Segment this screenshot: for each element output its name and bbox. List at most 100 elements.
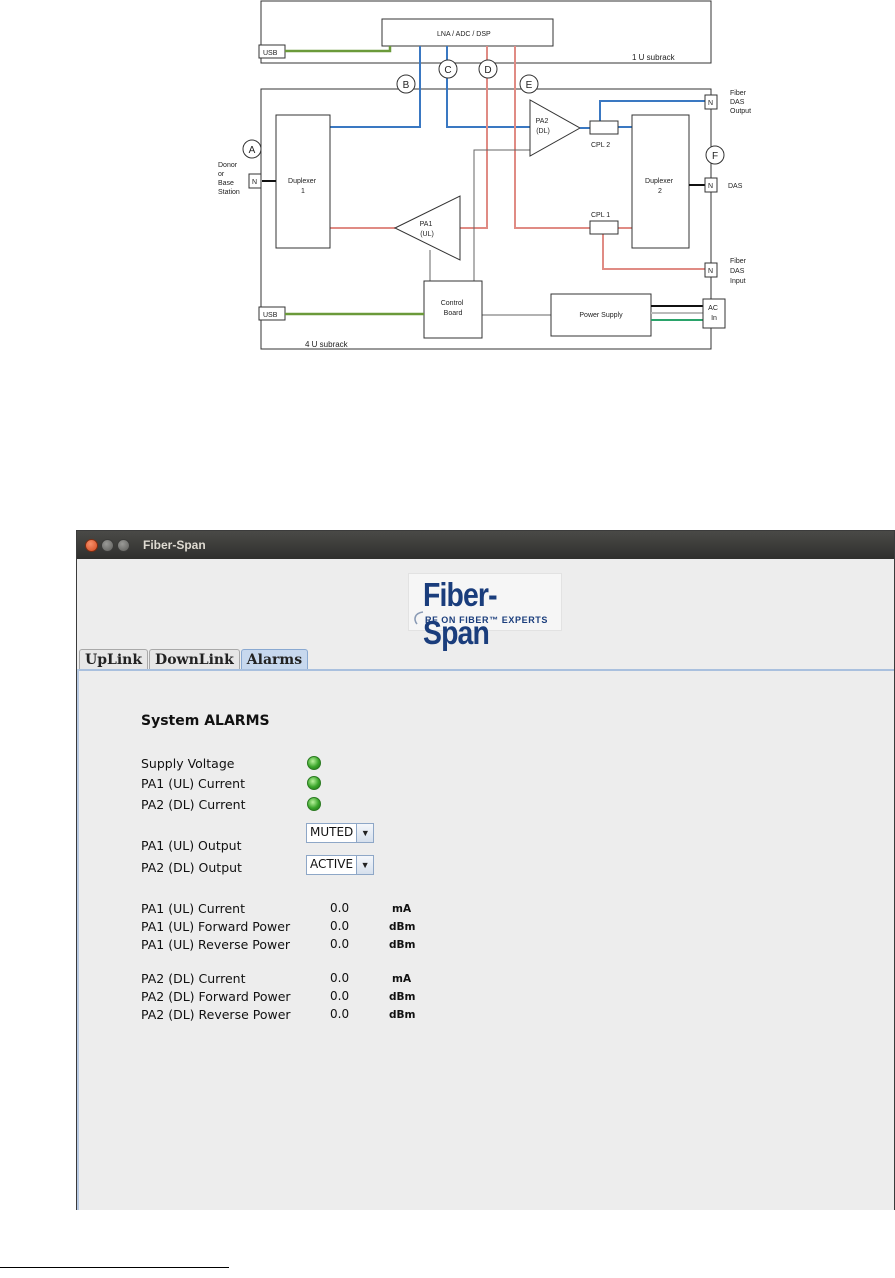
pa1-output-value: MUTED bbox=[307, 824, 358, 842]
marker-d-label: D bbox=[484, 65, 491, 76]
marker-d: D bbox=[478, 59, 498, 79]
pa2-current-led-icon bbox=[307, 797, 321, 811]
pa2-output-select[interactable]: ACTIVE ▼ bbox=[306, 855, 375, 875]
pa1-output-label: PA1 (UL) Output bbox=[141, 838, 242, 853]
duplexer-1-line1: Duplexer bbox=[288, 178, 317, 185]
pa2-line1: PA2 bbox=[536, 118, 549, 125]
marker-e-label: E bbox=[526, 80, 533, 91]
donor-line2: or bbox=[218, 171, 225, 178]
tab-uplink[interactable]: UpLink bbox=[79, 649, 149, 671]
marker-b: B bbox=[396, 74, 416, 94]
fiber-das-output-line3: Output bbox=[730, 108, 751, 115]
panel-left-edge bbox=[77, 669, 79, 1210]
pa1-reverse-power-value: 0.0 bbox=[330, 937, 350, 951]
fiber-in-n-label: N bbox=[708, 268, 713, 275]
subrack-1u-label: 1 U subrack bbox=[632, 53, 676, 62]
pa2-line2: (DL) bbox=[536, 128, 550, 135]
pa1-current-led-icon bbox=[307, 776, 321, 790]
pa1-current-alarm-label: PA1 (UL) Current bbox=[141, 776, 246, 791]
usb-bottom-label: USB bbox=[263, 312, 278, 319]
fiber-out-n-label: N bbox=[708, 100, 713, 107]
pa2-reverse-power-unit: dBm bbox=[389, 1009, 416, 1021]
pa2-reverse-power-label: PA2 (DL) Reverse Power bbox=[141, 1007, 291, 1022]
ac-in-line2: In bbox=[711, 315, 717, 322]
pa1-reverse-power-label: PA1 (UL) Reverse Power bbox=[141, 937, 291, 952]
marker-e: E bbox=[519, 74, 539, 94]
logo-area: Fiber-Span RF ON FIBER™ EXPERTS bbox=[77, 559, 894, 651]
pa2-output-label: PA2 (DL) Output bbox=[141, 860, 242, 875]
supply-voltage-label: Supply Voltage bbox=[141, 756, 235, 771]
fiber-das-input-line2: DAS bbox=[730, 268, 745, 275]
duplexer-1-line2: 1 bbox=[301, 188, 305, 195]
marker-f: F bbox=[705, 145, 725, 165]
pa2-current-unit: mA bbox=[392, 973, 412, 985]
tab-alarms[interactable]: Alarms bbox=[240, 649, 309, 671]
control-board-line2: Board bbox=[444, 310, 463, 317]
alarms-panel: System ALARMS Supply Voltage PA1 (UL) Cu… bbox=[77, 669, 894, 1210]
usb-top-label: USB bbox=[263, 50, 278, 57]
window-title: Fiber-Span bbox=[143, 538, 206, 552]
duplexer-2-line1: Duplexer bbox=[645, 178, 674, 185]
duplexer-2-line2: 2 bbox=[658, 188, 662, 195]
cpl-1 bbox=[589, 220, 619, 235]
pa2-forward-power-value: 0.0 bbox=[330, 989, 350, 1003]
supply-voltage-led-icon bbox=[307, 756, 321, 770]
pa2-reverse-power-value: 0.0 bbox=[330, 1007, 350, 1021]
chevron-down-icon[interactable]: ▼ bbox=[357, 856, 374, 874]
pa1-line1: PA1 bbox=[420, 221, 433, 228]
pa2-current-measure-label: PA2 (DL) Current bbox=[141, 971, 246, 986]
pa1-reverse-power-unit: dBm bbox=[389, 939, 416, 951]
donor-n-label: N bbox=[252, 179, 257, 186]
chevron-down-icon[interactable]: ▼ bbox=[357, 824, 374, 842]
fiber-das-output-line2: DAS bbox=[730, 99, 745, 106]
logo-wordmark: Fiber-Span bbox=[423, 576, 498, 651]
das-label: DAS bbox=[728, 183, 743, 190]
system-alarms-heading: System ALARMS bbox=[141, 713, 270, 729]
pa1-current-unit: mA bbox=[392, 903, 412, 915]
marker-a: A bbox=[242, 139, 262, 159]
power-supply-label: Power Supply bbox=[579, 312, 623, 319]
pa1-forward-power-unit: dBm bbox=[389, 921, 416, 933]
subrack-4u-label: 4 U subrack bbox=[305, 340, 349, 349]
fiber-span-window: Fiber-Span Fiber-Span RF ON FIBER™ EXPER… bbox=[76, 530, 895, 1210]
cpl-2-label: CPL 2 bbox=[591, 142, 610, 149]
repeater-block-diagram: 1 U subrack LNA / ADC / DSP USB 4 U subr… bbox=[218, 0, 751, 350]
pa2-forward-power-unit: dBm bbox=[389, 991, 416, 1003]
ac-in-line1: AC bbox=[708, 305, 718, 312]
marker-f-label: F bbox=[712, 151, 718, 162]
pa2-forward-power-label: PA2 (DL) Forward Power bbox=[141, 989, 291, 1004]
donor-line1: Donor bbox=[218, 162, 238, 169]
cpl-1-label: CPL 1 bbox=[591, 212, 610, 219]
pa2-current-alarm-label: PA2 (DL) Current bbox=[141, 797, 246, 812]
pa1-forward-power-label: PA1 (UL) Forward Power bbox=[141, 919, 291, 934]
das-n-label: N bbox=[708, 183, 713, 190]
fiber-span-logo: Fiber-Span RF ON FIBER™ EXPERTS bbox=[408, 573, 562, 651]
pa1-line2: (UL) bbox=[420, 231, 434, 238]
pa2-current-value: 0.0 bbox=[330, 971, 350, 985]
cpl-2 bbox=[589, 120, 619, 135]
fiber-das-input-line3: Input bbox=[730, 278, 746, 285]
pa1-current-measure-label: PA1 (UL) Current bbox=[141, 901, 246, 916]
close-window-button[interactable] bbox=[85, 538, 98, 552]
logo-tagline: RF ON FIBER™ EXPERTS bbox=[425, 615, 549, 625]
window-titlebar[interactable]: Fiber-Span bbox=[77, 531, 894, 559]
pa1-output-select[interactable]: MUTED ▼ bbox=[306, 823, 375, 843]
fiber-das-input-label: Fiber DAS Input bbox=[730, 258, 748, 285]
pa1-forward-power-value: 0.0 bbox=[330, 919, 350, 933]
fiber-das-input-line1: Fiber bbox=[730, 258, 747, 265]
lna-adc-dsp-label: LNA / ADC / DSP bbox=[437, 31, 491, 38]
fiber-das-output-label: Fiber DAS Output bbox=[730, 90, 751, 115]
minimize-window-button[interactable] bbox=[101, 538, 114, 552]
tab-bar: UpLink DownLink Alarms bbox=[79, 649, 309, 671]
pa1-current-value: 0.0 bbox=[330, 901, 350, 915]
tab-downlink[interactable]: DownLink bbox=[149, 649, 240, 671]
donor-line3: Base bbox=[218, 180, 234, 187]
donor-line4: Station bbox=[218, 189, 240, 196]
marker-c-label: C bbox=[444, 65, 451, 76]
fiber-das-output-line1: Fiber bbox=[730, 90, 747, 97]
marker-b-label: B bbox=[403, 80, 410, 91]
donor-label: Donor or Base Station bbox=[218, 162, 240, 196]
footnote-rule bbox=[0, 1267, 229, 1268]
control-board-line1: Control bbox=[441, 300, 464, 307]
maximize-window-button[interactable] bbox=[117, 538, 130, 552]
